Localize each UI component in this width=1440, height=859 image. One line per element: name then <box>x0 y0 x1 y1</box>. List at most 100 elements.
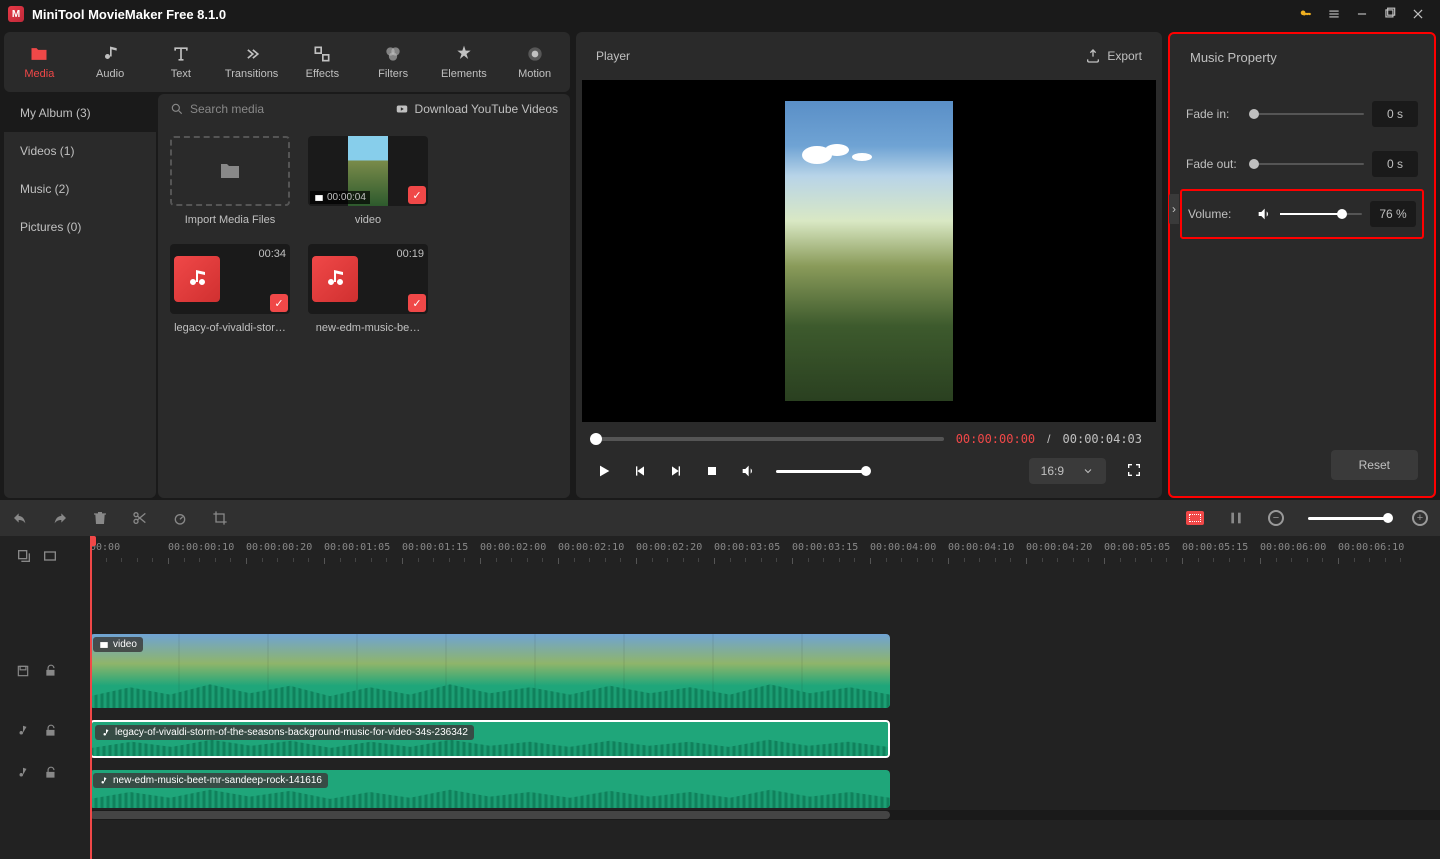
audio-track-1[interactable]: legacy-of-vivaldi-storm-of-the-seasons-b… <box>90 718 1440 760</box>
film-icon <box>314 193 324 203</box>
delete-button[interactable] <box>92 510 108 526</box>
search-input[interactable]: Search media <box>170 102 264 116</box>
maximize-button[interactable] <box>1376 0 1404 28</box>
audio-clip-2[interactable]: new-edm-music-beet-mr-sandeep-rock-14161… <box>90 770 890 808</box>
fade-in-slider[interactable] <box>1254 113 1364 115</box>
music-note-icon <box>99 776 109 786</box>
chevron-down-icon <box>1082 465 1094 477</box>
music-note-icon[interactable] <box>16 766 30 780</box>
zoom-in-button[interactable]: + <box>1412 510 1428 526</box>
tab-text[interactable]: Text <box>146 36 217 88</box>
volume-value[interactable]: 76 % <box>1370 201 1416 227</box>
speed-button[interactable] <box>172 510 188 526</box>
folder-icon <box>218 159 242 183</box>
used-check-icon: ✓ <box>270 294 288 312</box>
music-note-icon[interactable] <box>16 724 30 738</box>
reset-button[interactable]: Reset <box>1331 450 1418 480</box>
split-button[interactable] <box>132 510 148 526</box>
export-icon <box>1085 48 1101 64</box>
duration-badge: 00:00:04 <box>310 191 370 204</box>
marker-button[interactable] <box>1186 511 1204 525</box>
audio-clip-1[interactable]: legacy-of-vivaldi-storm-of-the-seasons-b… <box>90 720 890 758</box>
film-icon <box>99 640 109 650</box>
zoom-out-button[interactable]: − <box>1268 510 1284 526</box>
tab-motion[interactable]: Motion <box>499 36 570 88</box>
app-title: MiniTool MovieMaker Free 8.1.0 <box>32 7 226 22</box>
remove-track-button[interactable] <box>42 548 58 564</box>
zoom-slider[interactable] <box>1308 517 1388 520</box>
fullscreen-button[interactable] <box>1126 462 1142 481</box>
media-item-video[interactable]: 00:00:04 ✓ video <box>308 136 428 226</box>
search-icon <box>170 102 184 116</box>
download-youtube-link[interactable]: Download YouTube Videos <box>395 102 558 116</box>
album-videos[interactable]: Videos (1) <box>4 132 156 170</box>
speaker-icon <box>1256 206 1272 222</box>
next-frame-button[interactable] <box>668 463 684 479</box>
music-property-panel: › Music Property Fade in: 0 s Fade out: … <box>1168 32 1436 498</box>
save-icon[interactable] <box>16 664 30 678</box>
album-pictures[interactable]: Pictures (0) <box>4 208 156 246</box>
timeline-toolbar: − + <box>0 500 1440 536</box>
menu-icon[interactable] <box>1320 0 1348 28</box>
tab-effects[interactable]: Effects <box>287 36 358 88</box>
used-check-icon: ✓ <box>408 186 426 204</box>
fade-out-slider[interactable] <box>1254 163 1364 165</box>
time-total: 00:00:04:03 <box>1063 432 1142 446</box>
media-panel: Search media Download YouTube Videos Imp… <box>158 94 570 498</box>
timeline: 00:0000:00:00:1000:00:00:2000:00:01:0500… <box>0 536 1440 859</box>
undo-button[interactable] <box>12 510 28 526</box>
unlock-icon[interactable] <box>44 724 58 738</box>
music-icon <box>174 256 220 302</box>
aspect-ratio-select[interactable]: 16:9 <box>1029 458 1106 484</box>
tab-elements[interactable]: Elements <box>429 36 500 88</box>
import-media-button[interactable]: Import Media Files <box>170 136 290 226</box>
close-button[interactable] <box>1404 0 1432 28</box>
video-track[interactable]: video <box>90 632 1440 710</box>
album-sidebar: My Album (3) Videos (1) Music (2) Pictur… <box>4 94 156 498</box>
media-item-music1[interactable]: 00:34 ✓ legacy-of-vivaldi-stor… <box>170 244 290 334</box>
player-preview[interactable] <box>582 80 1156 422</box>
minimize-button[interactable] <box>1348 0 1376 28</box>
export-button[interactable]: Export <box>1085 48 1142 64</box>
tab-media[interactable]: Media <box>4 36 75 88</box>
volume-icon[interactable] <box>740 463 756 479</box>
tab-transitions[interactable]: Transitions <box>216 36 287 88</box>
redo-button[interactable] <box>52 510 68 526</box>
app-logo: M <box>8 6 24 22</box>
clip-label: new-edm-music-beet-mr-sandeep-rock-14161… <box>93 773 328 788</box>
tab-audio[interactable]: Audio <box>75 36 146 88</box>
fade-in-row: Fade in: 0 s <box>1186 89 1418 139</box>
music-note-icon <box>101 728 111 738</box>
fade-in-value[interactable]: 0 s <box>1372 101 1418 127</box>
unlock-icon[interactable] <box>44 766 58 780</box>
media-item-music2[interactable]: 00:19 ✓ new-edm-music-be… <box>308 244 428 334</box>
timeline-ruler[interactable]: 00:0000:00:00:1000:00:00:2000:00:01:0500… <box>90 536 1440 576</box>
volume-slider[interactable] <box>1280 213 1362 215</box>
clip-label: video <box>93 637 143 652</box>
unlock-icon[interactable] <box>44 664 58 678</box>
license-key-icon[interactable] <box>1292 0 1320 28</box>
player-volume-slider[interactable] <box>776 470 866 473</box>
play-button[interactable] <box>596 463 612 479</box>
timeline-scrollbar[interactable] <box>90 810 1440 820</box>
add-track-button[interactable] <box>16 548 32 564</box>
fade-out-value[interactable]: 0 s <box>1372 151 1418 177</box>
prev-frame-button[interactable] <box>632 463 648 479</box>
video-clip[interactable]: video <box>90 634 890 708</box>
album-my-album[interactable]: My Album (3) <box>4 94 156 132</box>
tab-filters[interactable]: Filters <box>358 36 429 88</box>
player-title: Player <box>596 49 630 63</box>
video-track-head <box>0 632 90 710</box>
crop-button[interactable] <box>212 510 228 526</box>
align-button[interactable] <box>1228 510 1244 526</box>
time-current: 00:00:00:00 <box>956 432 1035 446</box>
titlebar: M MiniTool MovieMaker Free 8.1.0 <box>0 0 1440 28</box>
used-check-icon: ✓ <box>408 294 426 312</box>
album-music[interactable]: Music (2) <box>4 170 156 208</box>
audio-track-2[interactable]: new-edm-music-beet-mr-sandeep-rock-14161… <box>90 768 1440 810</box>
panel-collapse-button[interactable]: › <box>1169 194 1179 224</box>
progress-slider[interactable] <box>596 437 944 441</box>
playhead[interactable] <box>90 536 92 859</box>
stop-button[interactable] <box>704 463 720 479</box>
preview-image <box>785 101 953 401</box>
